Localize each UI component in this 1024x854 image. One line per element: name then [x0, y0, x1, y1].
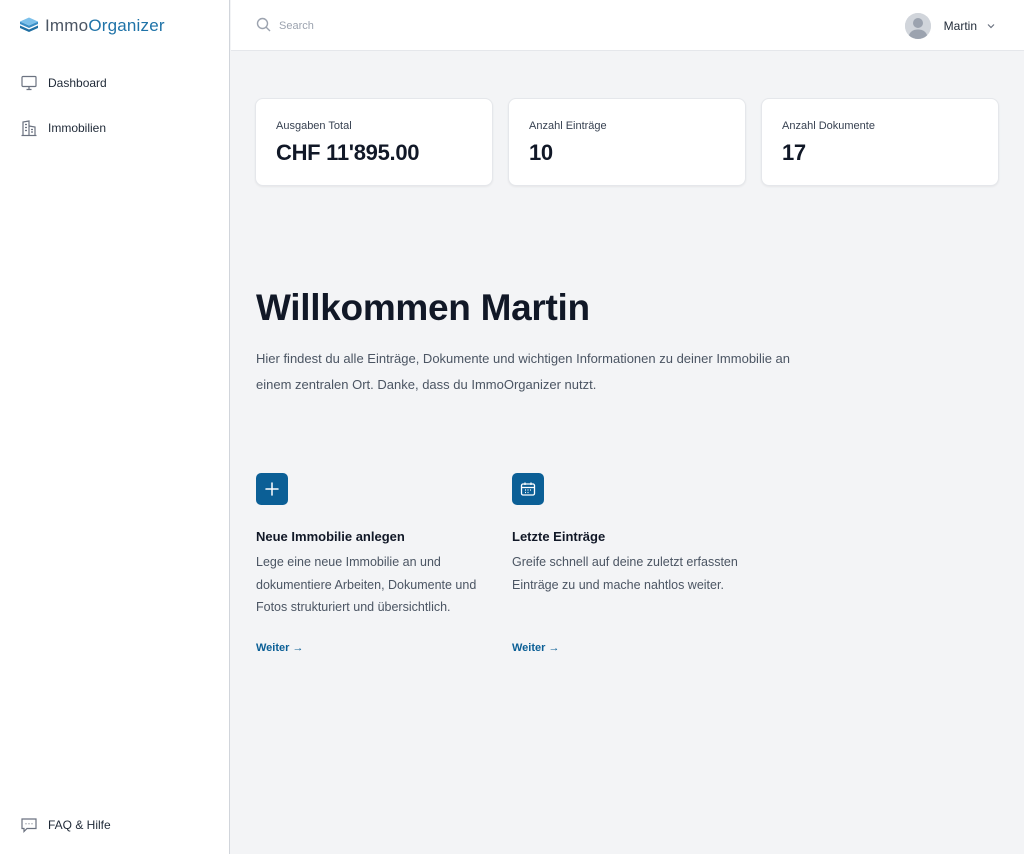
stat-label: Ausgaben Total [276, 120, 352, 132]
calendar-icon [520, 482, 536, 496]
layers-logo-icon [20, 17, 38, 32]
topbar: Martin [231, 0, 1024, 51]
building-icon [21, 120, 37, 137]
sidebar-item-dashboard[interactable]: Dashboard [20, 71, 107, 95]
page-title: Willkommen Martin [256, 287, 590, 328]
weiter-link[interactable]: Weiter → [256, 642, 303, 654]
feature-description: Lege eine neue Immobilie an und dokument… [256, 555, 477, 614]
stat-card-ausgaben: Ausgaben Total CHF 11'895.00 [255, 98, 493, 186]
stat-value: 17 [782, 140, 806, 165]
sidebar-item-label: Dashboard [48, 76, 107, 90]
feature-letzte-eintraege: Letzte Einträge Greife schnell auf deine… [512, 473, 748, 654]
stat-value: CHF 11'895.00 [276, 140, 420, 165]
sidebar: ImmoOrganizer Dashboard Immobilien FAQ &… [0, 0, 230, 854]
chevron-down-icon [987, 24, 995, 29]
sidebar-item-immobilien[interactable]: Immobilien [20, 116, 106, 140]
sidebar-item-label: Immobilien [48, 121, 107, 135]
feature-icon-box[interactable] [512, 473, 544, 505]
sidebar-item-faq[interactable]: FAQ & Hilfe [20, 813, 111, 837]
feature-icon-box[interactable] [256, 473, 288, 505]
stat-value: 10 [529, 140, 553, 165]
plus-icon [265, 482, 279, 496]
search-icon [256, 17, 271, 32]
user-name: Martin [943, 19, 977, 33]
stat-label: Anzahl Einträge [529, 120, 607, 132]
stat-card-eintraege: Anzahl Einträge 10 [508, 98, 746, 186]
user-avatar-icon [904, 13, 931, 39]
sidebar-item-label: FAQ & Hilfe [48, 818, 111, 832]
logo-text-immo: Immo [45, 16, 89, 35]
feature-neue-immobilie: Neue Immobilie anlegen Lege eine neue Im… [256, 473, 492, 654]
feature-title: Neue Immobilie anlegen [256, 529, 405, 544]
logo-text-organizer: Organizer [88, 16, 165, 35]
stat-card-dokumente: Anzahl Dokumente 17 [761, 98, 999, 186]
logo[interactable]: ImmoOrganizer [19, 14, 165, 38]
weiter-link[interactable]: Weiter → [512, 642, 559, 654]
welcome-text: Hier findest du alle Einträge, Dokumente… [256, 351, 791, 392]
feature-description: Greife schnell auf deine zuletzt erfasst… [512, 555, 738, 592]
avatar [904, 13, 931, 39]
stat-label: Anzahl Dokumente [782, 120, 875, 132]
feature-title: Letzte Einträge [512, 529, 606, 544]
chat-icon [21, 818, 37, 833]
logo-text: ImmoOrganizer [45, 14, 165, 38]
search-input[interactable] [279, 14, 579, 38]
monitor-icon [21, 75, 37, 91]
user-menu[interactable]: Martin [904, 12, 996, 40]
